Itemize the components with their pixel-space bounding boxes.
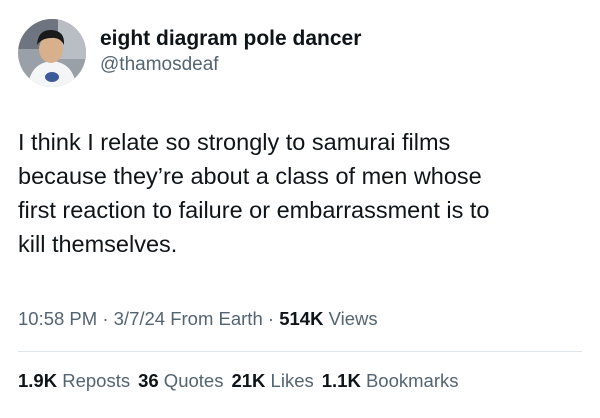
quotes-label: Quotes <box>158 370 224 391</box>
tweet-location: From Earth <box>165 308 263 329</box>
views-count: 514K <box>279 308 324 329</box>
reposts-label: Reposts <box>57 370 131 391</box>
meta-separator: · <box>97 308 114 329</box>
bookmarks-count: 1.1K <box>321 370 361 391</box>
reposts-count: 1.9K <box>18 370 58 391</box>
user-handle[interactable]: @thamosdeaf <box>100 53 219 77</box>
display-name[interactable]: eight diagram pole dancer <box>100 26 361 52</box>
bookmarks-label: Bookmarks <box>360 370 459 391</box>
likes-stat[interactable]: 21K Likes <box>231 370 313 391</box>
divider <box>18 351 582 352</box>
avatar[interactable] <box>18 19 86 87</box>
tweet-text: I think I relate so strongly to samurai … <box>18 125 583 261</box>
tweet-text-line: because they’re about a class of men who… <box>18 163 482 189</box>
tweet-meta: 10:58 PM · 3/7/24 From Earth · 514K View… <box>18 307 378 331</box>
engagement-stats: 1.9K Reposts 36 Quotes 21K Likes 1.1K Bookm… <box>18 369 459 393</box>
likes-label: Likes <box>265 370 314 391</box>
avatar-image <box>18 19 86 87</box>
tweet-time[interactable]: 10:58 PM <box>18 308 97 329</box>
bookmarks-stat[interactable]: 1.1K Bookmarks <box>322 370 459 391</box>
tweet-card: eight diagram pole dancer @thamosdeaf I … <box>0 0 600 418</box>
likes-count: 21K <box>231 370 266 391</box>
tweet-text-line: first reaction to failure or embarrassme… <box>18 197 490 223</box>
reposts-stat[interactable]: 1.9K Reposts <box>18 370 130 391</box>
tweet-date[interactable]: 3/7/24 <box>114 308 165 329</box>
tweet-text-line: I think I relate so strongly to samurai … <box>18 129 451 155</box>
quotes-count: 36 <box>138 370 159 391</box>
tweet-text-line: kill themselves. <box>18 231 178 257</box>
meta-separator: · <box>262 308 280 329</box>
views-label: Views <box>323 308 378 329</box>
quotes-stat[interactable]: 36 Quotes <box>138 370 223 391</box>
